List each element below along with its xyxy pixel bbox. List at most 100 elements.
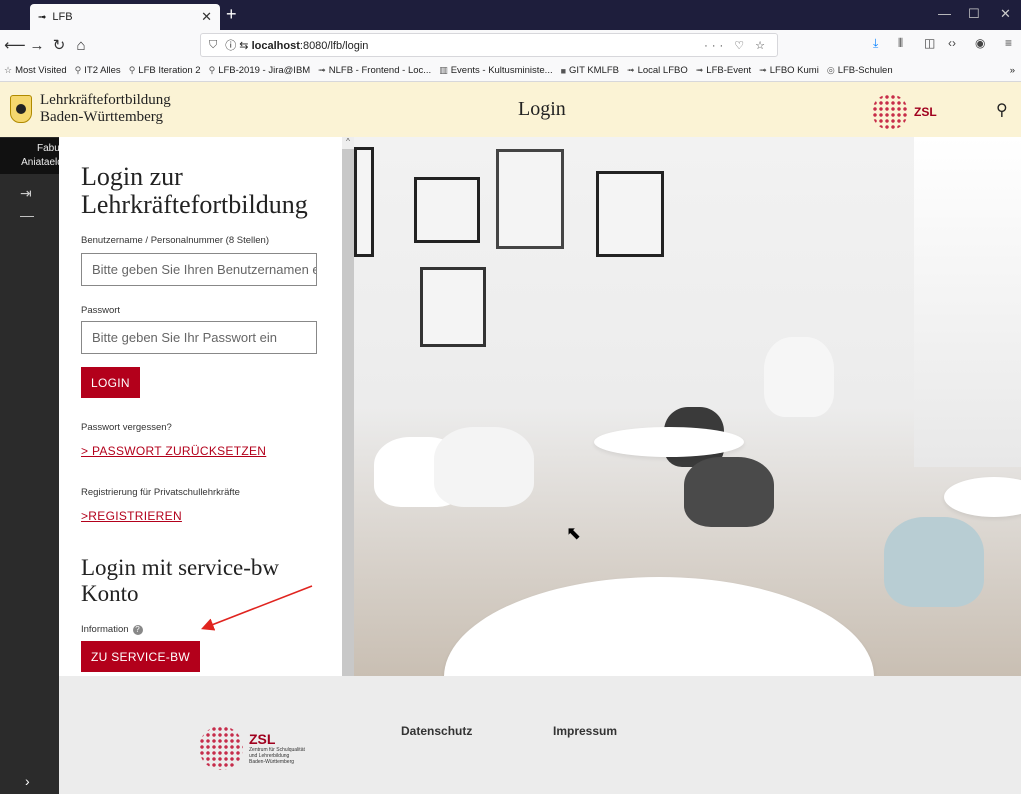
bookmark-item[interactable]: ▥ Events - Kultusministe... (439, 65, 552, 76)
left-sidebar: ⇥ — (0, 137, 59, 794)
library-icon[interactable]: ⫴ (898, 36, 903, 51)
login-heading-line-2: Lehrkräftefortbildung (81, 190, 308, 219)
bookmark-label: Most Visited (15, 65, 67, 76)
datenschutz-link[interactable]: Datenschutz (401, 724, 472, 738)
password-label: Passwort (81, 305, 121, 316)
footer-zsl-dots-icon (199, 726, 243, 770)
login-heading-line-1: Login zur (81, 162, 183, 191)
site-header: Lehrkräftefortbildung Baden-Württemberg … (0, 82, 1021, 137)
hero-frame-questions (414, 177, 480, 243)
servicebw-button[interactable]: ZU SERVICE-BW (81, 641, 201, 672)
reload-icon[interactable]: ↻ (48, 36, 70, 54)
browser-tab-lfb[interactable]: ➟ LFB ✕ (30, 4, 220, 30)
url-path: :8080/lfb/login (299, 40, 369, 52)
hero-frame-left (354, 147, 374, 257)
account-icon[interactable]: ◉ (975, 36, 985, 50)
footer-zsl-sub-3: Baden-Württemberg (249, 759, 295, 765)
back-icon[interactable]: ⟵ (4, 36, 26, 54)
login-heading: Login zur Lehrkräftefortbildung (81, 163, 308, 219)
register-link[interactable]: >REGISTRIEREN (81, 509, 182, 523)
bookmark-item[interactable]: ➟ LFB-Event (696, 65, 751, 76)
search-icon[interactable]: ⚲ (996, 100, 1008, 120)
brand-line-1: Lehrkräftefortbildung (40, 92, 171, 108)
hero-cafe-image (354, 137, 1021, 676)
download-icon[interactable]: ⤓ (873, 36, 878, 51)
browser-tab-bar: ➟ LFB ✕ + — ☐ ✕ (0, 0, 1021, 30)
sidebar-toggle-icon[interactable]: ◫ (924, 36, 935, 50)
close-window-icon[interactable]: ✕ (1000, 6, 1011, 22)
scroll-up-icon[interactable]: ^ (342, 137, 354, 149)
login-panel: Login zur Lehrkräftefortbildung Benutzer… (59, 137, 342, 676)
lfb-favicon-icon: ➟ (38, 11, 47, 23)
brand-text: Lehrkräftefortbildung Baden-Württemberg (40, 92, 171, 126)
bookmark-icon: ⚲ (128, 65, 136, 75)
expand-sidebar-icon[interactable]: › (25, 773, 30, 789)
servicebw-heading-line-2: Konto (81, 581, 139, 606)
hero-table-back (594, 427, 744, 457)
bookmark-icon: ⚲ (208, 65, 216, 75)
panel-scrollbar[interactable]: ^ (342, 137, 354, 676)
close-tab-icon[interactable]: ✕ (201, 9, 212, 25)
bookmark-item[interactable]: ⚲ LFB Iteration 2 (129, 65, 201, 76)
bookmark-label: Local LFBO (637, 65, 688, 76)
bookmark-label: LFB Iteration 2 (138, 65, 201, 76)
devtools-icon[interactable]: ‹› (948, 36, 956, 50)
zsl-logo[interactable]: ZSL (872, 94, 937, 130)
minimize-icon[interactable]: — (938, 6, 951, 21)
password-input[interactable]: Bitte geben Sie Ihr Passwort ein (81, 321, 317, 354)
home-icon[interactable]: ⌂ (70, 37, 92, 54)
bookmark-label: LFB-2019 - Jira@IBM (218, 65, 311, 76)
bookmark-icon: ➟ (759, 65, 767, 75)
register-label: Registrierung für Privatschullehrkräfte (81, 487, 240, 498)
tab-title: LFB (52, 11, 73, 23)
login-icon[interactable]: ⇥ (20, 185, 32, 202)
hero-frame-bulb (420, 267, 486, 347)
hero-table-front (444, 577, 874, 676)
new-tab-button[interactable]: + (226, 4, 237, 24)
forgot-password-label: Passwort vergessen? (81, 422, 172, 433)
login-button[interactable]: LOGIN (81, 367, 140, 398)
menu-icon[interactable]: ≡ (1005, 36, 1012, 50)
footer-zsl-name: ZSL (249, 731, 276, 747)
bookmark-icon: ■ (560, 65, 567, 76)
bookmark-item[interactable]: ➟ NLFB - Frontend - Loc... (318, 65, 431, 76)
url-bar[interactable]: ⛉ ⓘ ⇆ localhost:8080/lfb/login ··· ♡ ☆ (200, 33, 778, 57)
url-prefix: ⓘ ⇆ (225, 40, 252, 52)
hero-window (914, 137, 1021, 467)
mouse-cursor-icon: ⬉ (566, 523, 582, 543)
hero-frame-ampersand (496, 149, 564, 249)
bookmark-icon: ➟ (627, 65, 635, 75)
bookmark-item[interactable]: ■ GIT KMLFB (561, 65, 619, 76)
hero-chair-dark-2 (684, 457, 774, 527)
bookmark-icon: ⚲ (74, 65, 82, 75)
maximize-icon[interactable]: ☐ (968, 6, 980, 22)
bookmark-item[interactable]: ➟ Local LFBO (627, 65, 688, 76)
brand-logo-link[interactable]: Lehrkräftefortbildung Baden-Württemberg (10, 92, 171, 126)
hero-chair-white-3 (764, 337, 834, 417)
username-input[interactable]: Bitte geben Sie Ihren Benutzernamen ein (81, 253, 317, 286)
bookmark-item[interactable]: ☆ Most Visited (4, 65, 67, 76)
bookmark-item[interactable]: ⚲ IT2 Alles (75, 65, 121, 76)
information-text: Information (81, 624, 129, 635)
page-actions-icon[interactable]: ··· ♡ ☆ (704, 39, 769, 52)
bookmark-label: NLFB - Frontend - Loc... (328, 65, 432, 76)
bookmark-label: LFBO Kumi (769, 65, 819, 76)
bookmark-icon: ➟ (695, 65, 704, 75)
bookmark-item[interactable]: ◎ LFB-Schulen (827, 65, 893, 76)
impressum-link[interactable]: Impressum (553, 724, 617, 738)
bookmark-label: GIT KMLFB (569, 65, 620, 76)
help-icon[interactable]: ? (132, 625, 143, 635)
bookmark-item[interactable]: ⚲ LFB-2019 - Jira@IBM (209, 65, 311, 76)
bookmark-item[interactable]: ➟ LFBO Kumi (759, 65, 819, 76)
bookmarks-bar: ☆ Most Visited ⚲ IT2 Alles ⚲ LFB Iteration 2 ⚲… (0, 60, 1021, 82)
footer-zsl-logo[interactable]: ZSL Zentrum für Schulqualität und Lehrer… (199, 726, 305, 770)
url-text: ⓘ ⇆ localhost:8080/lfb/login (225, 37, 368, 53)
servicebw-heading-line-1: Login mit service-bw (81, 555, 280, 580)
shield-icon: ⛉ (209, 38, 218, 51)
hero-chair-blue (884, 517, 984, 607)
forward-icon[interactable]: → (26, 37, 48, 54)
menu-line-icon[interactable]: — (20, 207, 34, 223)
bookmarks-overflow-icon[interactable]: » (1010, 65, 1015, 76)
reset-password-link[interactable]: > PASSWORT ZURÜCKSETZEN (81, 444, 266, 458)
bookmark-icon: ☆ (4, 65, 13, 75)
